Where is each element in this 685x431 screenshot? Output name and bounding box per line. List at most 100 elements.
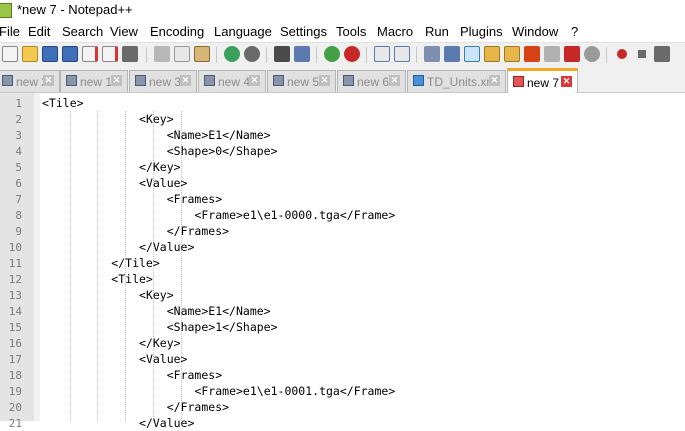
- menu-view[interactable]: View: [110, 24, 138, 39]
- sync-vertical-icon[interactable]: [374, 46, 390, 62]
- tab-new-3[interactable]: new 3 ✕: [129, 70, 197, 92]
- monitoring-icon[interactable]: [564, 46, 580, 62]
- line-number: 19: [8, 385, 22, 398]
- tab-close-icon[interactable]: ✕: [111, 75, 122, 86]
- toolbar-separator: [366, 47, 367, 63]
- menu-plugins[interactable]: Plugins: [460, 24, 503, 39]
- record-macro-icon[interactable]: [614, 46, 630, 62]
- line-number: 1: [15, 97, 22, 110]
- code-line[interactable]: 11 </Tile>: [0, 255, 685, 271]
- play-macro-icon[interactable]: [654, 46, 670, 62]
- title-bar: *new 7 - Notepad++: [0, 0, 685, 20]
- code-line[interactable]: 9 </Frames>: [0, 223, 685, 239]
- show-all-characters-icon[interactable]: [444, 46, 460, 62]
- new-file-icon[interactable]: [2, 46, 18, 62]
- paste-icon[interactable]: [194, 46, 210, 62]
- code-line[interactable]: 13 <Key>: [0, 287, 685, 303]
- folder-workspace-icon[interactable]: [544, 46, 560, 62]
- find-icon[interactable]: [274, 46, 290, 62]
- code-line[interactable]: 21 </Value>: [0, 415, 685, 431]
- tab-close-icon[interactable]: ✕: [180, 75, 191, 86]
- tab-new-7[interactable]: new 7 ✕: [507, 68, 578, 93]
- sync-horizontal-icon[interactable]: [394, 46, 410, 62]
- tab-new-6[interactable]: new 6 ✕: [337, 70, 406, 92]
- menu-window[interactable]: Window: [512, 24, 558, 39]
- indent-guide-icon[interactable]: [464, 46, 480, 62]
- menu-help[interactable]: ?: [571, 24, 578, 39]
- tab-close-icon[interactable]: ✕: [389, 75, 400, 86]
- code-line[interactable]: 15 <Shape>1</Shape>: [0, 319, 685, 335]
- code-line[interactable]: 8 <Frame>e1\e1-0000.tga</Frame>: [0, 207, 685, 223]
- document-map-icon[interactable]: [504, 46, 520, 62]
- tab-td-units-xml[interactable]: TD_Units.xml ✕: [407, 70, 506, 92]
- save-all-icon[interactable]: [62, 46, 78, 62]
- code-line[interactable]: 18 <Frames>: [0, 367, 685, 383]
- close-icon[interactable]: [82, 46, 98, 62]
- zoom-out-icon[interactable]: [344, 46, 360, 62]
- menu-settings[interactable]: Settings: [280, 24, 327, 39]
- tab-label: new 3: [149, 75, 182, 89]
- tab-close-icon[interactable]: ✕: [43, 75, 54, 86]
- tab-new-4[interactable]: new 4 ✕: [198, 70, 266, 92]
- tab-close-icon[interactable]: ✕: [561, 76, 572, 87]
- menu-file[interactable]: File: [0, 24, 20, 39]
- code-line[interactable]: 4 <Shape>0</Shape>: [0, 143, 685, 159]
- tab-close-icon[interactable]: ✕: [319, 75, 330, 86]
- code-line[interactable]: 3 <Name>E1</Name>: [0, 127, 685, 143]
- cut-icon[interactable]: [154, 46, 170, 62]
- menu-search[interactable]: Search: [62, 24, 103, 39]
- menu-macro[interactable]: Macro: [377, 24, 413, 39]
- tab-new-5[interactable]: new 5 ✕: [267, 70, 336, 92]
- tab-new-2[interactable]: new 2 ✕: [0, 70, 60, 92]
- code-line[interactable]: 10 </Value>: [0, 239, 685, 255]
- code-line[interactable]: 2 <Key>: [0, 111, 685, 127]
- replace-icon[interactable]: [294, 46, 310, 62]
- stop-macro-icon[interactable]: [634, 46, 650, 62]
- code-text: <Frames>: [166, 368, 223, 382]
- code-line[interactable]: 14 <Name>E1</Name>: [0, 303, 685, 319]
- code-line[interactable]: 5 </Key>: [0, 159, 685, 175]
- copy-icon[interactable]: [174, 46, 190, 62]
- toolbar-separator: [316, 47, 317, 63]
- line-number: 7: [15, 193, 22, 206]
- menu-tools[interactable]: Tools: [336, 24, 366, 39]
- code-text: </Value>: [139, 240, 195, 254]
- menu-language[interactable]: Language: [214, 24, 272, 39]
- code-text: </Key>: [139, 336, 181, 350]
- tab-close-icon[interactable]: ✕: [249, 75, 260, 86]
- code-line[interactable]: 7 <Frames>: [0, 191, 685, 207]
- line-number: 9: [15, 225, 22, 238]
- code-line[interactable]: 19 <Frame>e1\e1-0001.tga</Frame>: [0, 383, 685, 399]
- undo-icon[interactable]: [224, 46, 240, 62]
- save-icon[interactable]: [42, 46, 58, 62]
- print-icon[interactable]: [122, 46, 138, 62]
- code-text: <Value>: [139, 352, 188, 366]
- macro-record-icon-2[interactable]: [584, 46, 600, 62]
- document-icon: [273, 75, 284, 86]
- zoom-in-icon[interactable]: [324, 46, 340, 62]
- open-file-icon[interactable]: [22, 46, 38, 62]
- word-wrap-icon[interactable]: [424, 46, 440, 62]
- tab-close-icon[interactable]: ✕: [489, 75, 500, 86]
- code-line[interactable]: 16 </Key>: [0, 335, 685, 351]
- tab-new-1[interactable]: new 1 ✕: [60, 70, 128, 92]
- code-line[interactable]: 17 <Value>: [0, 351, 685, 367]
- close-all-icon[interactable]: [102, 46, 118, 62]
- document-icon: [204, 75, 215, 86]
- function-list-icon[interactable]: [524, 46, 540, 62]
- user-language-icon[interactable]: [484, 46, 500, 62]
- code-line[interactable]: 20 </Frames>: [0, 399, 685, 415]
- code-line[interactable]: 6 <Value>: [0, 175, 685, 191]
- menu-run[interactable]: Run: [425, 24, 449, 39]
- line-number: 14: [8, 305, 22, 318]
- redo-icon[interactable]: [244, 46, 260, 62]
- menu-encoding[interactable]: Encoding: [150, 24, 204, 39]
- code-line[interactable]: 12 <Tile>: [0, 271, 685, 287]
- notepad-app-icon[interactable]: [0, 3, 12, 18]
- code-text: <Tile>: [111, 272, 153, 286]
- code-editor[interactable]: 1 <Tile> 2 <Key> 3 <Name>E1</Name> 4 <Shape>0</…: [0, 93, 685, 430]
- code-text: <Frames>: [166, 192, 223, 206]
- code-line[interactable]: 1 <Tile>: [0, 95, 685, 111]
- code-text: <Value>: [139, 176, 188, 190]
- menu-edit[interactable]: Edit: [28, 24, 50, 39]
